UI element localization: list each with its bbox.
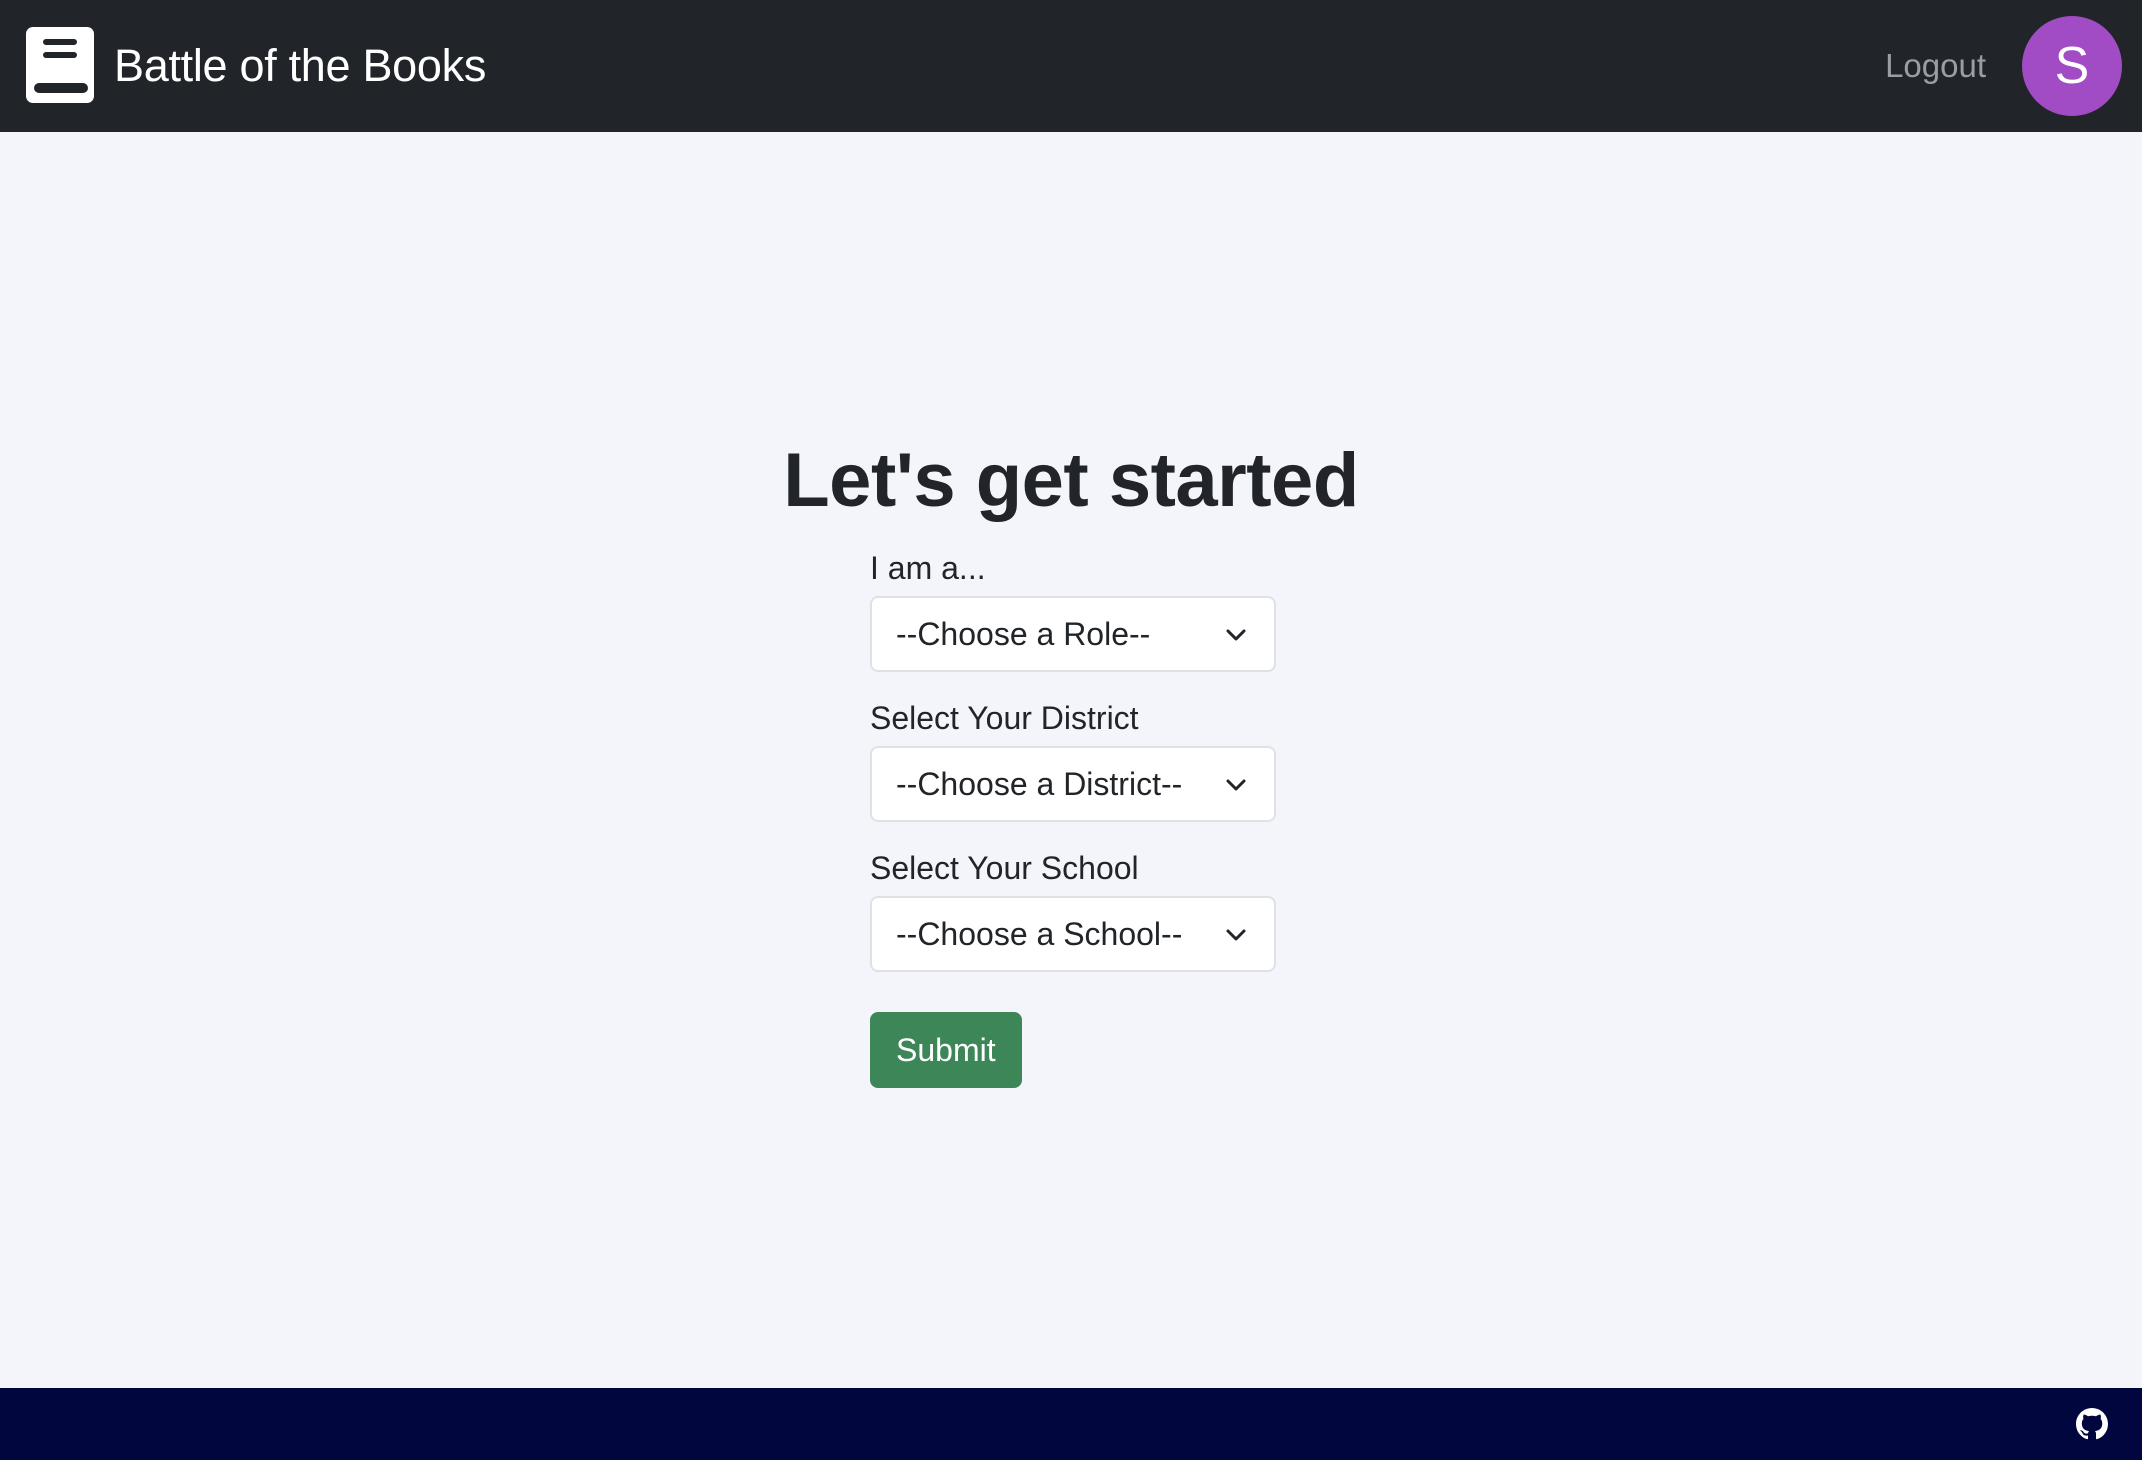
brand-link[interactable]: Battle of the Books [24, 25, 486, 107]
role-select-value: --Choose a Role-- [896, 616, 1151, 652]
chevron-down-icon [1226, 929, 1246, 941]
logout-link[interactable]: Logout [1885, 47, 1986, 85]
main-content: Let's get started I am a... --Choose a R… [0, 132, 2142, 1388]
district-select[interactable]: --Choose a District-- [870, 746, 1276, 822]
district-select-value: --Choose a District-- [896, 766, 1183, 802]
page-title: Let's get started [783, 438, 1359, 523]
role-label: I am a... [870, 550, 986, 586]
school-label: Select Your School [870, 850, 1139, 886]
footer [0, 1388, 2142, 1460]
top-navbar: Battle of the Books Logout S [0, 0, 2142, 132]
avatar[interactable]: S [2022, 16, 2122, 116]
role-select[interactable]: --Choose a Role-- [870, 596, 1276, 672]
submit-button[interactable]: Submit [870, 1012, 1022, 1088]
brand-title: Battle of the Books [114, 40, 487, 91]
book-icon [26, 27, 94, 103]
school-select-value: --Choose a School-- [896, 916, 1183, 952]
role-group: I am a... --Choose a Role-- [870, 546, 1276, 672]
district-group: Select Your District --Choose a District… [870, 696, 1276, 822]
onboarding-form: I am a... --Choose a Role-- Select Your … [870, 546, 1276, 1088]
github-icon[interactable] [2076, 1408, 2108, 1440]
chevron-down-icon [1226, 779, 1246, 791]
school-select[interactable]: --Choose a School-- [870, 896, 1276, 972]
district-label: Select Your District [870, 700, 1139, 736]
nav-right: Logout S [1885, 16, 2122, 116]
school-group: Select Your School --Choose a School-- [870, 846, 1276, 972]
chevron-down-icon [1226, 629, 1246, 641]
